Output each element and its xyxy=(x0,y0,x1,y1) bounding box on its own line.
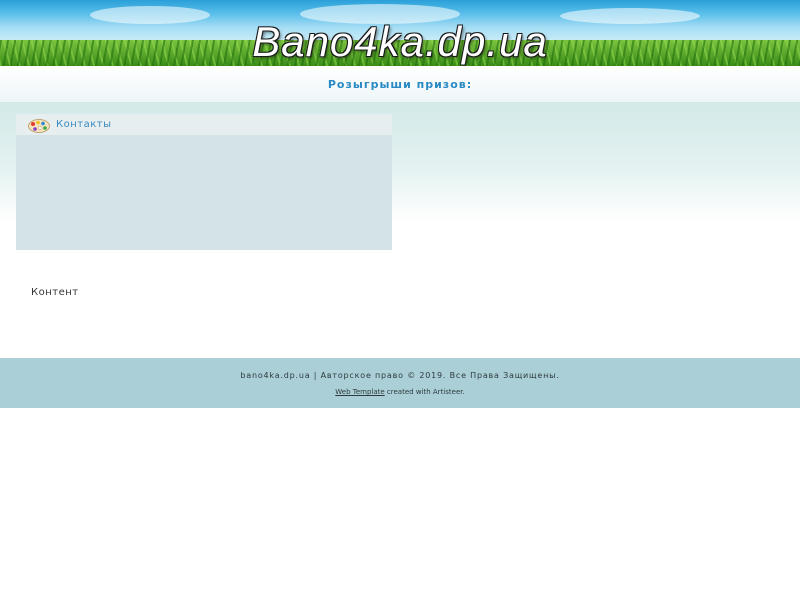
palette-icon xyxy=(28,118,50,133)
site-footer: bano4ka.dp.ua | Авторское право © 2019. … xyxy=(0,358,800,408)
contacts-title: Контакты xyxy=(56,119,112,130)
nav-item-prize-draws[interactable]: Розыгрыши призов: xyxy=(328,78,472,91)
site-header: Bano4ka.dp.ua xyxy=(0,0,800,66)
main-content: Контент xyxy=(31,287,79,298)
nav-bar: Розыгрыши призов: xyxy=(0,66,800,102)
block-header: Контакты xyxy=(16,114,392,135)
copyright-text: bano4ka.dp.ua | Авторское право © 2019. … xyxy=(240,371,560,380)
credit-suffix: created with Artisteer. xyxy=(384,388,465,396)
web-template-link[interactable]: Web Template xyxy=(335,388,384,396)
footer-credit: Web Template created with Artisteer. xyxy=(0,388,800,396)
site-title: Bano4ka.dp.ua xyxy=(252,18,548,65)
contacts-block: Контакты xyxy=(16,114,392,250)
